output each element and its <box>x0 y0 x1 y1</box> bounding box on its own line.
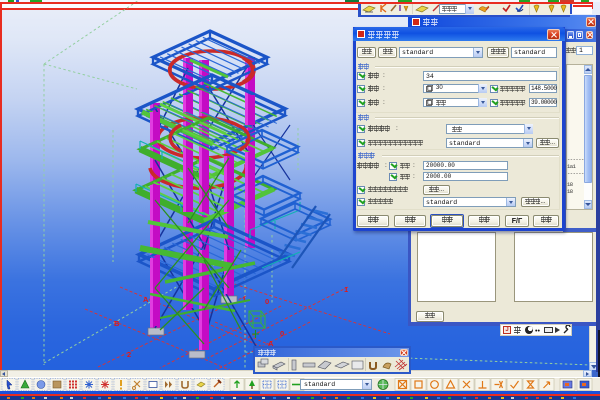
svg-text:2: 2 <box>127 350 131 359</box>
svg-text:1: 1 <box>344 285 348 294</box>
svg-text:A: A <box>143 295 149 304</box>
svg-text:0: 0 <box>265 297 269 306</box>
svg-text:0: 0 <box>280 329 284 338</box>
svg-text:B: B <box>114 319 120 328</box>
svg-text:1: 1 <box>242 295 246 304</box>
